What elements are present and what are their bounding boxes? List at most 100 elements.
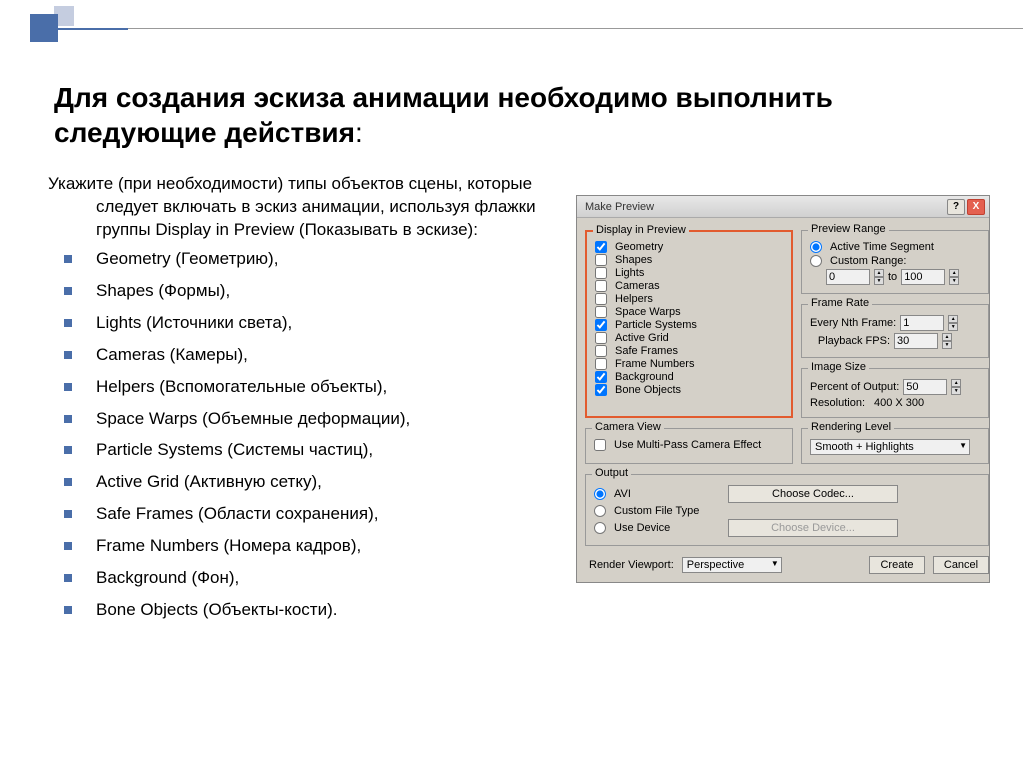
bullet-item: Shapes (Формы), [48, 280, 558, 303]
multipass-label: Use Multi-Pass Camera Effect [614, 439, 761, 451]
image-size-group: Image Size Percent of Output: ▲▼ Resolut… [801, 368, 989, 418]
rendering-level-group: Rendering Level Smooth + Highlights [801, 428, 989, 464]
display-checkbox-shapes[interactable] [595, 254, 607, 266]
render-viewport-label: Render Viewport: [589, 559, 674, 571]
rendering-level-select[interactable]: Smooth + Highlights [810, 439, 970, 455]
display-checkbox-lights[interactable] [595, 267, 607, 279]
help-button[interactable]: ? [947, 199, 965, 215]
nth-frame-label: Every Nth Frame: [810, 317, 896, 329]
bullet-item: Background (Фон), [48, 567, 558, 590]
bullet-item: Geometry (Геометрию), [48, 248, 558, 271]
display-label: Helpers [615, 293, 653, 305]
bullet-item: Helpers (Вспомогательные объекты), [48, 376, 558, 399]
dialog-titlebar[interactable]: Make Preview ? X [577, 196, 989, 218]
display-label: Safe Frames [615, 345, 678, 357]
custom-range-radio[interactable] [810, 255, 822, 267]
dialog-bottom-row: Render Viewport: Perspective Create Canc… [585, 552, 989, 574]
display-item-row: Background [595, 371, 783, 383]
close-button[interactable]: X [967, 199, 985, 215]
display-checkbox-space-warps[interactable] [595, 306, 607, 318]
display-label: Particle Systems [615, 319, 697, 331]
display-checkbox-geometry[interactable] [595, 241, 607, 253]
playback-fps-input[interactable] [894, 333, 938, 349]
display-checkbox-active-grid[interactable] [595, 332, 607, 344]
nth-frame-input[interactable] [900, 315, 944, 331]
display-checkbox-frame-numbers[interactable] [595, 358, 607, 370]
display-checkbox-helpers[interactable] [595, 293, 607, 305]
spinner-icon[interactable]: ▲▼ [942, 333, 952, 349]
active-time-label: Active Time Segment [830, 241, 934, 253]
image-size-legend: Image Size [808, 361, 869, 373]
display-item-row: Particle Systems [595, 319, 783, 331]
camera-view-legend: Camera View [592, 421, 664, 433]
avi-radio[interactable] [594, 488, 606, 500]
bullet-item: Active Grid (Активную сетку), [48, 471, 558, 494]
range-to-input[interactable] [901, 269, 945, 285]
spinner-icon[interactable]: ▲▼ [951, 379, 961, 395]
multipass-checkbox[interactable] [594, 439, 606, 451]
display-item-row: Bone Objects [595, 384, 783, 396]
frame-rate-legend: Frame Rate [808, 297, 872, 309]
choose-codec-button[interactable]: Choose Codec... [728, 485, 898, 503]
output-group: Output AVI Choose Codec... Custom File T… [585, 474, 989, 546]
dialog-title: Make Preview [581, 201, 945, 213]
bullet-list: Geometry (Геометрию), Shapes (Формы), Lig… [48, 248, 558, 622]
bullet-item: Cameras (Камеры), [48, 344, 558, 367]
display-item-row: Lights [595, 267, 783, 279]
display-checkbox-cameras[interactable] [595, 280, 607, 292]
display-checkbox-particle-systems[interactable] [595, 319, 607, 331]
display-label: Cameras [615, 280, 660, 292]
resolution-label: Resolution: [810, 397, 870, 409]
display-item-row: Helpers [595, 293, 783, 305]
cancel-button[interactable]: Cancel [933, 556, 989, 574]
spinner-icon[interactable]: ▲▼ [949, 269, 959, 285]
bullet-item: Particle Systems (Системы частиц), [48, 439, 558, 462]
display-label: Background [615, 371, 674, 383]
percent-output-label: Percent of Output: [810, 381, 899, 393]
active-time-radio[interactable] [810, 241, 822, 253]
display-label: Shapes [615, 254, 652, 266]
preview-range-legend: Preview Range [808, 223, 889, 235]
preview-range-group: Preview Range Active Time Segment Custom… [801, 230, 989, 294]
bullet-item: Lights (Источники света), [48, 312, 558, 335]
use-device-radio[interactable] [594, 522, 606, 534]
content-text: Укажите (при необходимости) типы объекто… [48, 173, 558, 631]
percent-output-input[interactable] [903, 379, 947, 395]
make-preview-dialog: Make Preview ? X Preview Range Active Ti… [576, 195, 990, 583]
display-label: Geometry [615, 241, 663, 253]
display-checkbox-bone-objects[interactable] [595, 384, 607, 396]
rendering-level-legend: Rendering Level [808, 421, 894, 433]
page-title: Для создания эскиза анимации необходимо … [54, 80, 974, 150]
frame-rate-group: Frame Rate Every Nth Frame: ▲▼ Playback … [801, 304, 989, 358]
display-label: Frame Numbers [615, 358, 694, 370]
render-viewport-select[interactable]: Perspective [682, 557, 782, 573]
intro-paragraph: Укажите (при необходимости) типы объекто… [48, 173, 558, 242]
display-item-row: Safe Frames [595, 345, 783, 357]
bullet-item: Space Warps (Объемные деформации), [48, 408, 558, 431]
camera-view-group: Camera View Use Multi-Pass Camera Effect [585, 428, 793, 464]
use-device-label: Use Device [614, 522, 724, 534]
title-colon: : [355, 117, 363, 148]
create-button[interactable]: Create [869, 556, 925, 574]
title-text: Для создания эскиза анимации необходимо … [54, 82, 833, 148]
avi-label: AVI [614, 488, 724, 500]
spinner-icon[interactable]: ▲▼ [874, 269, 884, 285]
display-item-row: Active Grid [595, 332, 783, 344]
spinner-icon[interactable]: ▲▼ [948, 315, 958, 331]
range-from-input[interactable] [826, 269, 870, 285]
display-item-row: Space Warps [595, 306, 783, 318]
bullet-item: Frame Numbers (Номера кадров), [48, 535, 558, 558]
output-legend: Output [592, 467, 631, 479]
display-checkbox-safe-frames[interactable] [595, 345, 607, 357]
display-label: Space Warps [615, 306, 681, 318]
display-in-preview-group: Display in Preview GeometryShapesLightsC… [585, 230, 793, 418]
display-item-row: Shapes [595, 254, 783, 266]
bullet-item: Bone Objects (Объекты-кости). [48, 599, 558, 622]
display-label: Lights [615, 267, 644, 279]
bullet-item: Safe Frames (Области сохранения), [48, 503, 558, 526]
choose-device-button[interactable]: Choose Device... [728, 519, 898, 537]
display-checkbox-background[interactable] [595, 371, 607, 383]
custom-range-label: Custom Range: [830, 255, 906, 267]
display-label: Bone Objects [615, 384, 681, 396]
custom-file-radio[interactable] [594, 505, 606, 517]
